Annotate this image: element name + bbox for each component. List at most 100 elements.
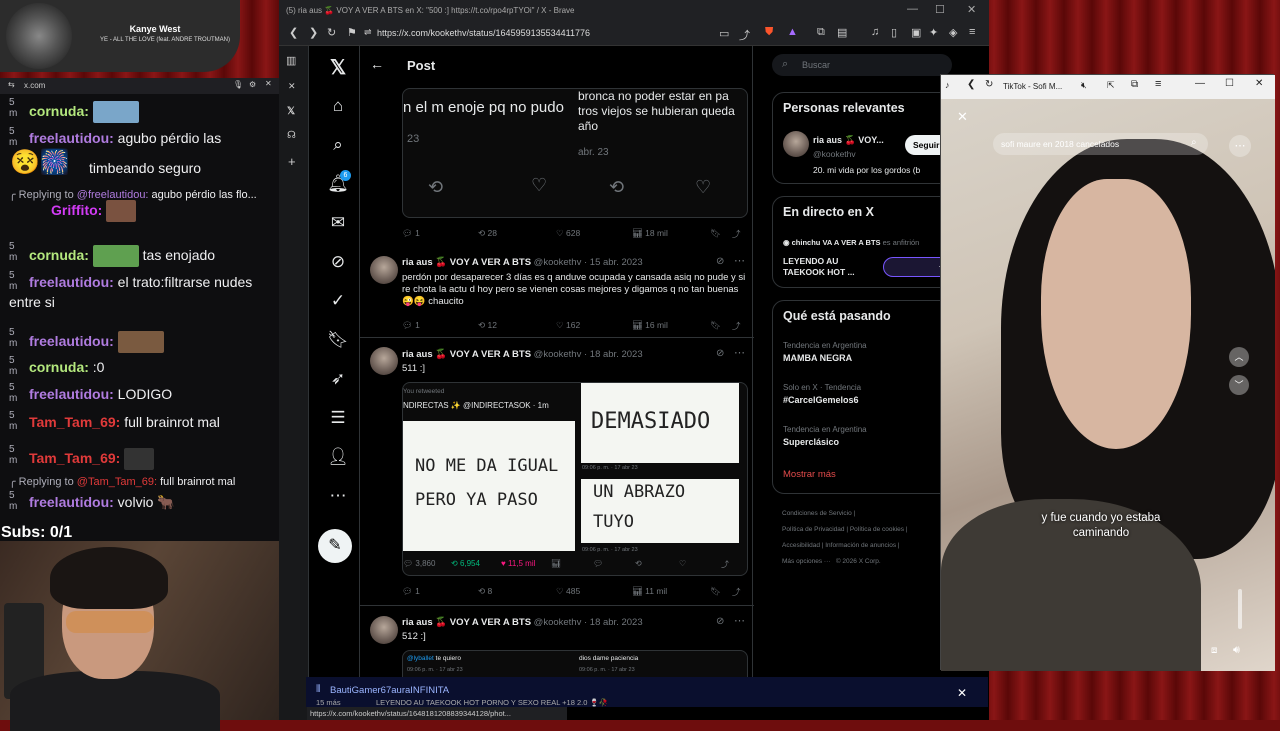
- chat-username[interactable]: Tam_Tam_69:: [29, 450, 120, 466]
- home-icon[interactable]: ⌂: [326, 94, 350, 118]
- retweet-icon[interactable]: ⟲: [428, 177, 443, 198]
- grok-icon[interactable]: ⊘: [716, 256, 724, 267]
- reply-count[interactable]: 💬︎ 1: [402, 228, 420, 239]
- tweet-author[interactable]: ria aus 🍒 VOY A VER A BTS @kookethv · 18…: [402, 617, 643, 628]
- quote-reply-icon[interactable]: 💬︎: [593, 559, 603, 568]
- reader-icon[interactable]: ▯: [891, 26, 897, 39]
- retweet-count[interactable]: ⟲ 28: [478, 228, 497, 239]
- quote-reply-count[interactable]: 💬︎ 3,860: [403, 559, 435, 568]
- reload-icon[interactable]: ↻: [327, 26, 336, 39]
- share-action-icon[interactable]: ⤴: [732, 228, 741, 240]
- reply-count[interactable]: 💬︎ 1: [402, 586, 420, 597]
- quote-retweet-icon[interactable]: ⟲: [635, 559, 642, 568]
- chat-username[interactable]: cornuda:: [29, 103, 89, 119]
- leo-icon[interactable]: ✦: [929, 26, 938, 39]
- back-icon[interactable]: ❮: [967, 79, 975, 90]
- chat-username[interactable]: freelautidou:: [29, 130, 114, 146]
- chat-username[interactable]: freelautidou:: [29, 386, 114, 402]
- mute-icon[interactable]: 🔇︎: [1081, 80, 1087, 91]
- maximize-button[interactable]: ☐: [1225, 78, 1234, 89]
- trend-name[interactable]: Superclásico: [783, 437, 839, 447]
- footer-link[interactable]: Política de cookies: [850, 526, 904, 533]
- notifications-icon[interactable]: 🔔︎ 6: [326, 172, 350, 196]
- reply-user[interactable]: @freelautidou:: [77, 189, 149, 201]
- more-icon[interactable]: ⋯: [326, 484, 350, 508]
- close-icon[interactable]: ✕: [957, 109, 968, 125]
- show-more-link[interactable]: Mostrar más: [783, 469, 836, 480]
- like-icon[interactable]: ♡: [531, 175, 547, 196]
- tab-other-icon[interactable]: ☊: [287, 130, 296, 141]
- view-count[interactable]: 📊︎ 16 mil: [632, 320, 668, 331]
- extensions-icon[interactable]: ⧉: [817, 26, 825, 39]
- search-input[interactable]: Buscar: [802, 60, 830, 70]
- quote-image-paper[interactable]: DEMASIADO: [581, 383, 739, 463]
- premium-icon[interactable]: ✓: [326, 289, 350, 313]
- footer-link[interactable]: Información de anuncios: [825, 542, 896, 549]
- music-icon[interactable]: ♫: [871, 26, 879, 38]
- menu-icon[interactable]: ≡: [969, 26, 975, 38]
- quote-image-paper[interactable]: NO ME DA IGUAL PERO YA PASO: [403, 421, 575, 551]
- reply-count[interactable]: 💬︎ 1: [402, 320, 420, 331]
- new-tab-icon[interactable]: +: [288, 154, 296, 169]
- cast-icon[interactable]: ⇱: [1107, 80, 1115, 91]
- live-title-text[interactable]: LEYENDO AU TAEKOOK HOT ...: [783, 256, 878, 278]
- cast-icon[interactable]: ▭: [719, 27, 729, 40]
- search-icon[interactable]: ⌕: [1191, 137, 1197, 148]
- site-info-icon[interactable]: ⇌: [364, 27, 372, 38]
- bookmarks-icon[interactable]: 🔖︎: [326, 328, 350, 352]
- url-field[interactable]: https://x.com/kookethv/status/1645959135…: [377, 28, 590, 38]
- more-options-icon[interactable]: ⋯: [1229, 135, 1251, 157]
- menu-icon[interactable]: ≡: [1155, 78, 1161, 90]
- close-icon[interactable]: ✕: [957, 686, 967, 700]
- quote-views-icon[interactable]: 📊︎: [551, 559, 561, 568]
- search-box[interactable]: ⌕ Buscar: [772, 54, 952, 76]
- avatar[interactable]: [783, 131, 809, 157]
- tweet[interactable]: ria aus 🍒 VOY A VER A BTS @kookethv · 15…: [360, 246, 754, 338]
- view-count[interactable]: 📊︎ 11 mil: [632, 586, 667, 597]
- retweet-count[interactable]: ⟲ 12: [478, 320, 497, 331]
- chat-username[interactable]: freelautidou:: [29, 494, 114, 510]
- reply-user[interactable]: @Tam_Tam_69:: [77, 476, 157, 488]
- quote-image-paper[interactable]: UN ABRAZO TUYO: [581, 479, 739, 543]
- footer-link[interactable]: Accesibilidad: [782, 542, 820, 549]
- reload-icon[interactable]: ↻: [985, 79, 993, 90]
- quote-card[interactable]: You retweeted NDIRECTAS ✨ @INDIRECTASOK …: [402, 382, 748, 576]
- like-icon[interactable]: ♡: [695, 177, 711, 198]
- brave-rewards-icon[interactable]: ▲: [787, 26, 798, 38]
- chevron-down-icon[interactable]: ﹀: [1229, 375, 1249, 395]
- chat-username[interactable]: cornuda:: [29, 247, 89, 263]
- quote-like-count[interactable]: ♥ 11,5 mil: [501, 559, 535, 568]
- chat-username[interactable]: freelautidou:: [29, 333, 114, 349]
- tab-close-icon[interactable]: ✕: [288, 81, 296, 92]
- chat-username[interactable]: cornuda:: [29, 359, 89, 375]
- bookmark-icon[interactable]: ⚑: [347, 26, 357, 39]
- close-window-button[interactable]: ✕: [1255, 78, 1263, 89]
- minimize-button[interactable]: —: [1195, 78, 1205, 89]
- avatar[interactable]: [370, 616, 398, 644]
- volume-slider[interactable]: [1238, 589, 1242, 629]
- share-action-icon[interactable]: ⤴: [732, 320, 741, 332]
- bookmark-action-icon[interactable]: 🔖︎: [710, 320, 721, 331]
- tweet[interactable]: ria aus 🍒 VOY A VER A BTS @kookethv · 18…: [360, 338, 754, 606]
- retweet-icon[interactable]: ⟲: [609, 177, 624, 198]
- like-count[interactable]: ♡ 485: [556, 586, 580, 597]
- jobs-icon[interactable]: ➶: [326, 367, 350, 391]
- tiktok-search[interactable]: sofi maure en 2018 cancelados: [993, 133, 1208, 155]
- footer-link[interactable]: Condiciones de Servicio: [782, 510, 852, 517]
- x-logo-icon[interactable]: 𝕏: [326, 56, 350, 80]
- back-arrow-icon[interactable]: ←: [370, 56, 384, 72]
- sidebar-icon[interactable]: ▤: [837, 26, 847, 39]
- search-icon[interactable]: ⌕: [326, 133, 350, 157]
- brave-shield-icon[interactable]: ⛊: [765, 26, 773, 39]
- messages-icon[interactable]: ✉: [326, 211, 350, 235]
- share-action-icon[interactable]: ⤴: [732, 586, 741, 598]
- more-options-icon[interactable]: ⋯: [734, 254, 745, 267]
- quote-retweet-count[interactable]: ⟲ 6,954: [451, 559, 480, 568]
- chat-username[interactable]: Tam_Tam_69:: [29, 414, 120, 430]
- chevron-up-icon[interactable]: ︿: [1229, 347, 1249, 367]
- chat-username[interactable]: freelautidou:: [29, 274, 114, 290]
- view-count[interactable]: 📊︎ 18 mil: [632, 228, 668, 239]
- tiktok-video[interactable]: ✕ sofi maure en 2018 cancelados ⌕ ⋯ ︿ ﹀ …: [941, 99, 1275, 671]
- vpn-icon[interactable]: ◈: [949, 26, 957, 39]
- tabs-panel-icon[interactable]: ▥: [286, 54, 296, 67]
